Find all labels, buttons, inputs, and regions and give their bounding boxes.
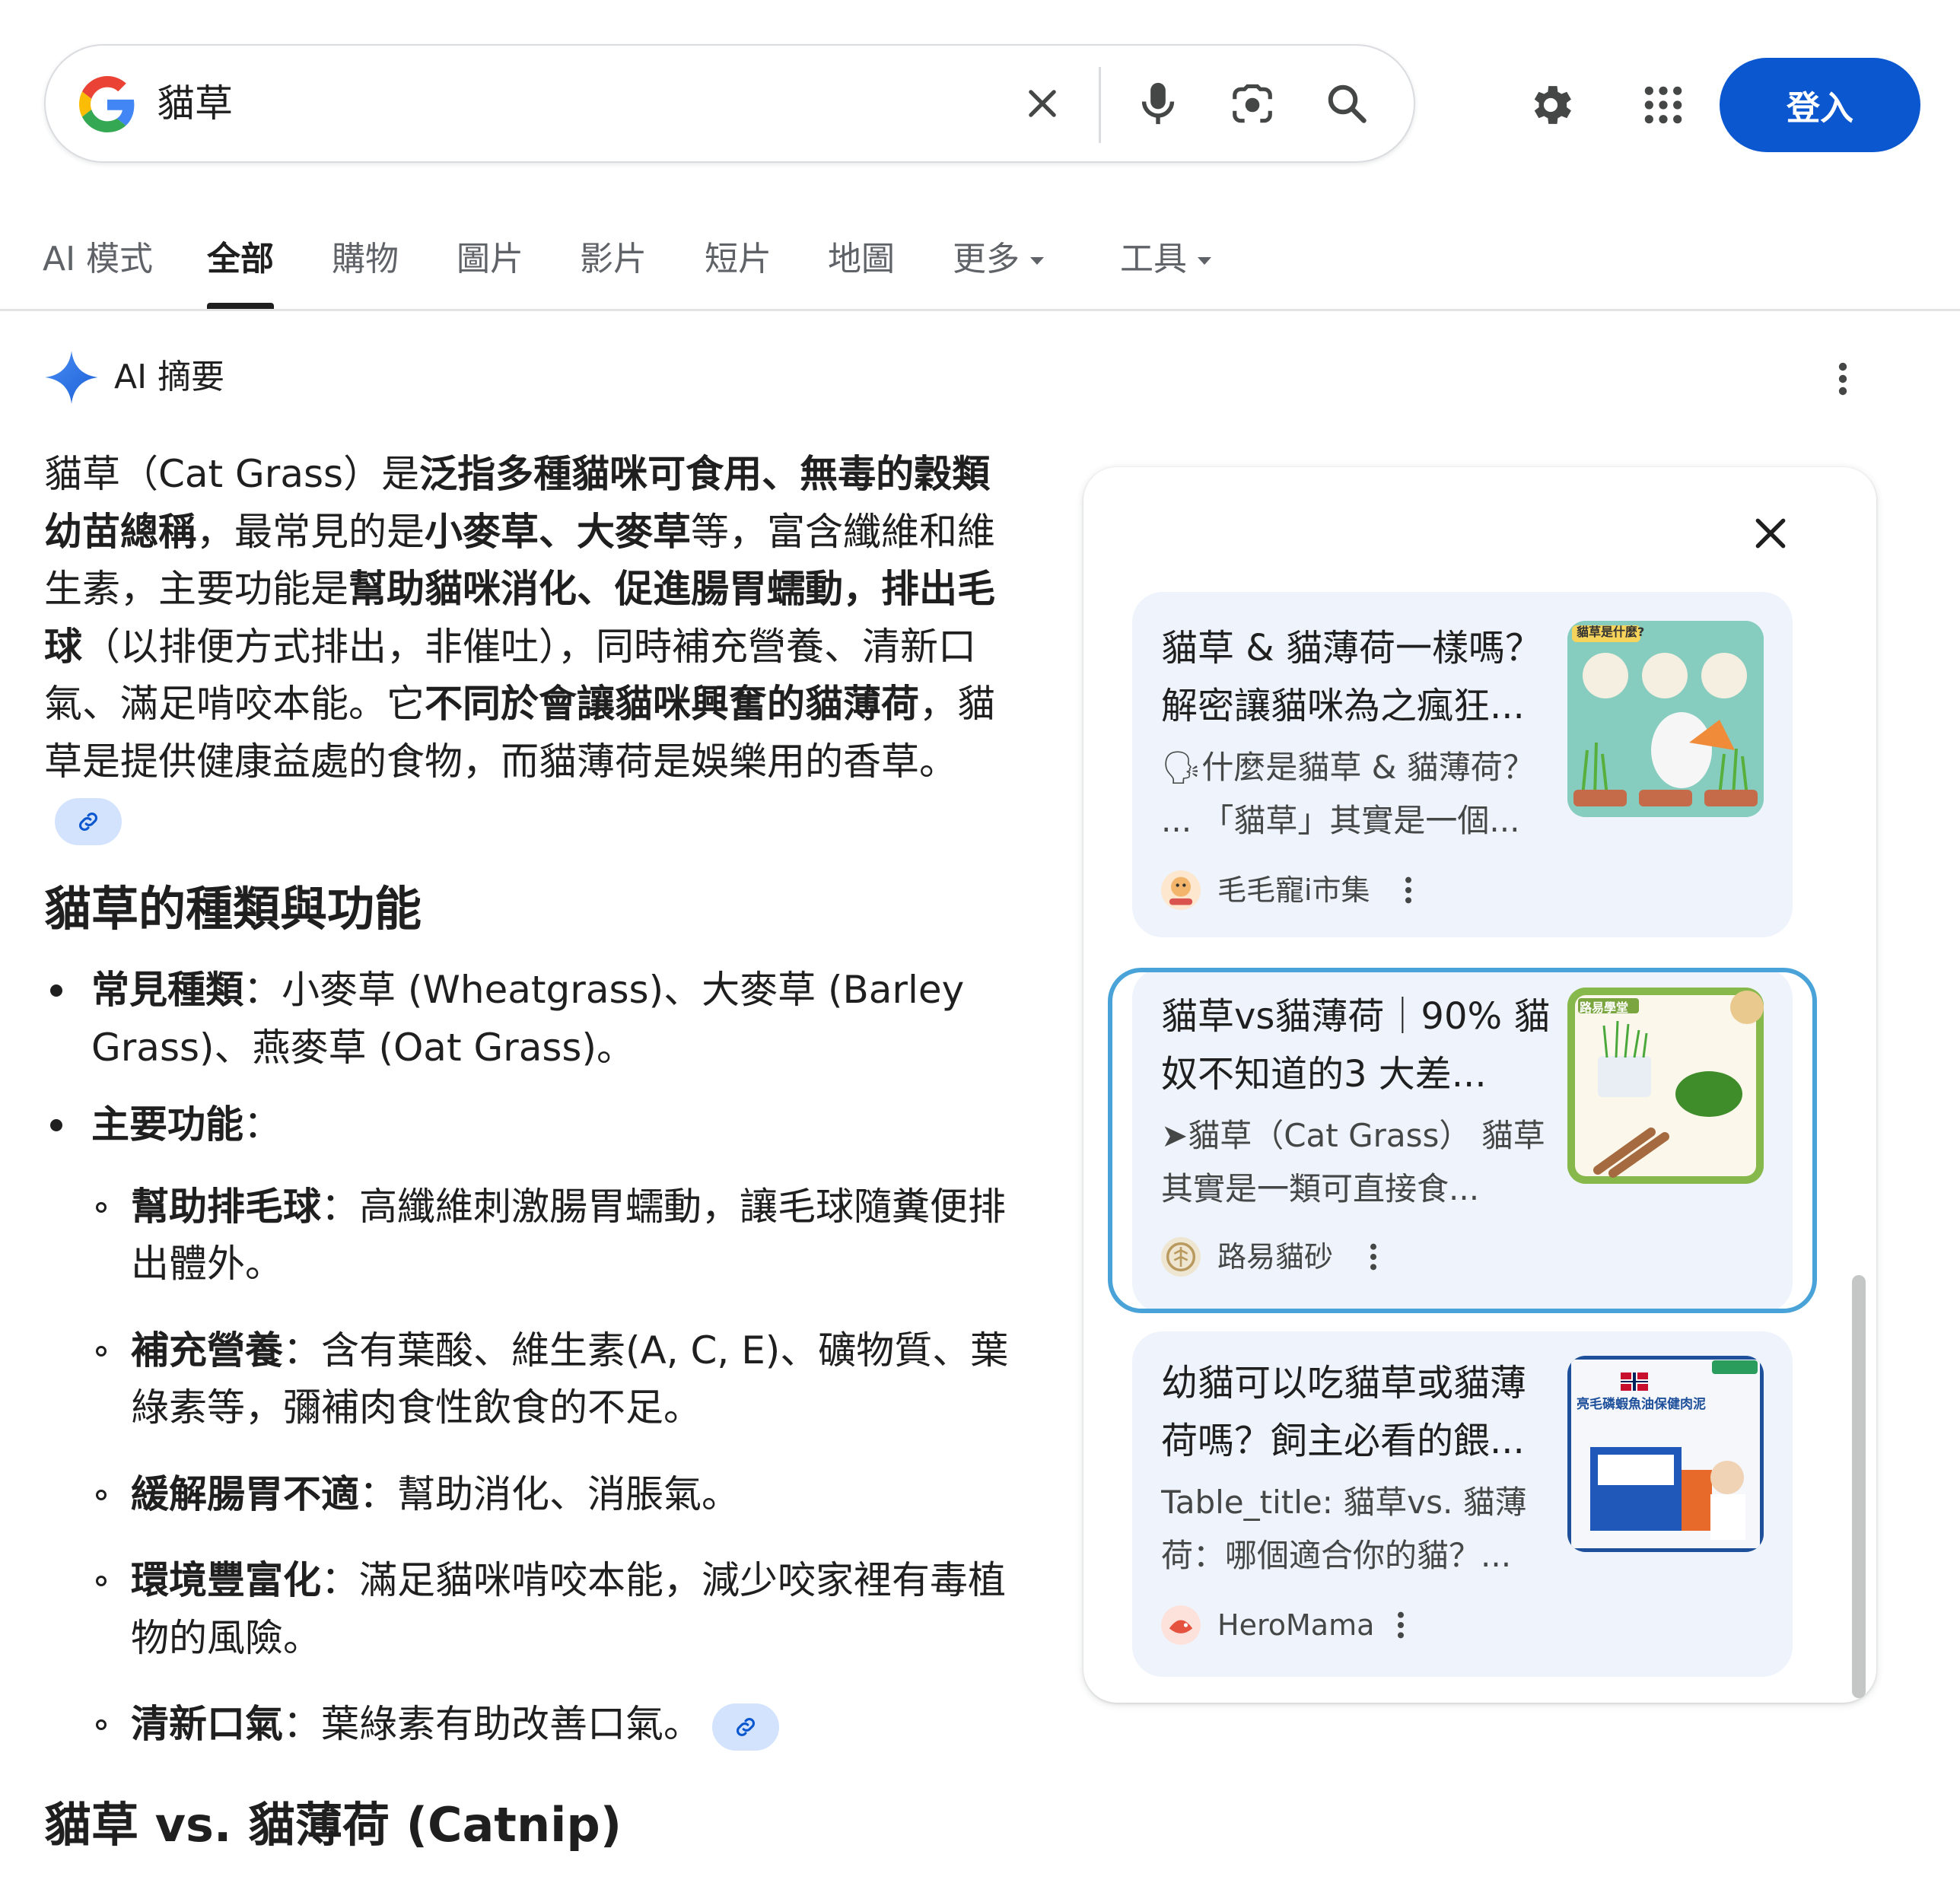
source-link-chip[interactable]	[712, 1703, 779, 1751]
source-thumbnail-image[interactable]	[1567, 621, 1764, 817]
section-heading-types: 貓草的種類與功能	[44, 880, 422, 937]
clear-icon[interactable]	[1015, 76, 1070, 131]
bullet	[96, 1345, 107, 1357]
list-item: 常見種類：小麥草 (Wheatgrass)、大麥草 (Barley Grass)…	[44, 962, 1026, 1077]
bullet	[96, 1576, 107, 1586]
source-card-snippet: ➤貓草（Cat Grass） 貓草其實是一類可直接食...	[1161, 1117, 1545, 1207]
tab-all[interactable]: 全部	[207, 233, 274, 286]
list-item: 補充營養：含有葉酸、維生素(A, C, E)、礦物質、葉綠素等，彌補肉食性飲食的…	[44, 1322, 1026, 1437]
section-heading-comparison: 貓草 vs. 貓薄荷 (Catnip)	[44, 1796, 622, 1853]
source-card-title[interactable]: 貓草vs貓薄荷｜90% 貓奴不知道的3 大差...	[1161, 988, 1557, 1103]
card-more-options-icon[interactable]	[1397, 869, 1420, 911]
intro-paragraph: 貓草（Cat Grass）是泛指多種貓咪可食用、無毒的穀類幼苗總稱，最常見的是小…	[44, 446, 1026, 848]
link-icon	[78, 812, 98, 831]
chevron-down-icon	[1198, 257, 1211, 265]
thumbnail-caption: 路易學堂	[1580, 1000, 1629, 1015]
site-favicon-icon	[1161, 1605, 1201, 1645]
functions-list: 幫助排毛球：高纖維刺激腸胃蠕動，讓毛球隨糞便排出體外。 補充營養：含有葉酸、維生…	[44, 1178, 1026, 1754]
intro-bold-2: 小麥草、大麥草	[425, 509, 691, 554]
function-label: 環境豐富化	[131, 1558, 321, 1602]
search-box[interactable]	[44, 44, 1415, 163]
microphone-icon[interactable]	[1129, 75, 1187, 132]
intro-text-2: ，最常見的是	[196, 509, 425, 554]
card-more-options-icon[interactable]	[1389, 1604, 1412, 1646]
function-label: 補充營養	[131, 1328, 283, 1372]
bullet	[50, 1119, 62, 1131]
source-thumbnail-image[interactable]	[1567, 988, 1764, 1184]
tab-ai-mode[interactable]: AI 模式	[43, 233, 153, 286]
tab-tools-label: 工具	[1120, 240, 1187, 278]
list-item: 清新口氣：葉綠素有助改善口氣。	[44, 1696, 1026, 1754]
ai-overview-title: AI 摘要	[114, 358, 225, 396]
source-link-chip[interactable]	[55, 797, 122, 845]
types-list: 常見種類：小麥草 (Wheatgrass)、大麥草 (Barley Grass)…	[44, 962, 1026, 1154]
list-item: 主要功能：	[44, 1096, 1026, 1154]
site-favicon-icon	[1161, 1237, 1201, 1277]
tab-more[interactable]: 更多	[953, 233, 1044, 286]
list-item: 幫助排毛球：高纖維刺激腸胃蠕動，讓毛球隨糞便排出體外。	[44, 1178, 1026, 1293]
thumbnail-caption: 亮毛磷蝦魚油保健肉泥	[1577, 1397, 1706, 1412]
camera-lens-icon[interactable]	[1223, 76, 1281, 134]
tab-tools[interactable]: 工具	[1120, 233, 1211, 286]
intro-text-1: 貓草（Cat Grass）是	[44, 452, 420, 496]
chevron-down-icon	[1030, 257, 1044, 265]
source-site-name: 毛毛寵i市集	[1217, 873, 1370, 907]
tab-images[interactable]: 圖片	[457, 233, 523, 286]
source-thumbnail-image[interactable]	[1567, 1356, 1764, 1552]
tab-more-label: 更多	[953, 240, 1020, 278]
function-label: 緩解腸胃不適	[131, 1471, 359, 1516]
function-text: ：幫助消化、消脹氣。	[359, 1471, 740, 1516]
search-divider	[1099, 67, 1101, 143]
close-icon[interactable]	[1744, 507, 1797, 560]
tab-shopping[interactable]: 購物	[332, 233, 399, 286]
intro-bold-4: 不同於會讓貓咪興奮的貓薄荷	[425, 682, 919, 726]
panel-scrollbar[interactable]	[1852, 1275, 1866, 1698]
thumbnail-caption: 貓草是什麼?	[1577, 625, 1645, 639]
more-options-icon[interactable]	[1826, 355, 1860, 403]
bullet	[96, 1489, 107, 1500]
function-text: ：葉綠素有助改善口氣。	[283, 1702, 702, 1746]
source-card-title[interactable]: 貓草 & 貓薄荷一樣嗎？解密讓貓咪為之瘋狂...	[1161, 619, 1557, 735]
apps-grid-icon[interactable]	[1633, 75, 1694, 135]
source-site-name: HeroMama	[1217, 1608, 1375, 1642]
sparkle-icon	[43, 348, 100, 406]
google-logo-icon[interactable]	[79, 76, 135, 132]
list-item: 緩解腸胃不適：幫助消化、消脹氣。	[44, 1466, 1026, 1524]
bullet	[50, 984, 62, 997]
tab-maps[interactable]: 地圖	[828, 233, 895, 286]
source-card-snippet: 🗣什麼是貓草 & 貓薄荷？ ... 「貓草」其實是一個...	[1161, 749, 1535, 839]
source-card-title[interactable]: 幼貓可以吃貓草或貓薄荷嗎？飼主必看的餵...	[1161, 1354, 1557, 1470]
tab-short-videos[interactable]: 短片	[705, 233, 772, 286]
card-more-options-icon[interactable]	[1362, 1236, 1385, 1278]
signin-button[interactable]: 登入	[1720, 58, 1920, 152]
active-tab-indicator	[207, 303, 274, 309]
ai-overview-body: 貓草（Cat Grass）是泛指多種貓咪可食用、無毒的穀類幼苗總稱，最常見的是小…	[44, 446, 1026, 1853]
bullet	[96, 1201, 107, 1213]
list-item: 環境豐富化：滿足貓咪啃咬本能，減少咬家裡有毒植物的風險。	[44, 1552, 1026, 1667]
source-card-snippet: Table_title: 貓草vs. 貓薄荷：哪個適合你的貓？...	[1161, 1484, 1527, 1574]
list-item-text: ：	[243, 1102, 282, 1147]
search-input[interactable]: 貓草	[157, 76, 233, 131]
list-item-label: 常見種類	[91, 968, 243, 1012]
bullet	[96, 1719, 107, 1730]
list-item-label: 主要功能	[91, 1102, 243, 1147]
tabs-divider	[0, 309, 1960, 311]
function-label: 幫助排毛球	[131, 1184, 321, 1229]
tab-videos[interactable]: 影片	[580, 233, 647, 286]
search-icon[interactable]	[1318, 75, 1376, 132]
link-icon	[736, 1717, 756, 1736]
function-label: 清新口氣	[131, 1702, 283, 1746]
site-favicon-icon	[1161, 870, 1201, 910]
gear-icon[interactable]	[1520, 75, 1581, 135]
source-site-name: 路易貓砂	[1217, 1240, 1334, 1274]
